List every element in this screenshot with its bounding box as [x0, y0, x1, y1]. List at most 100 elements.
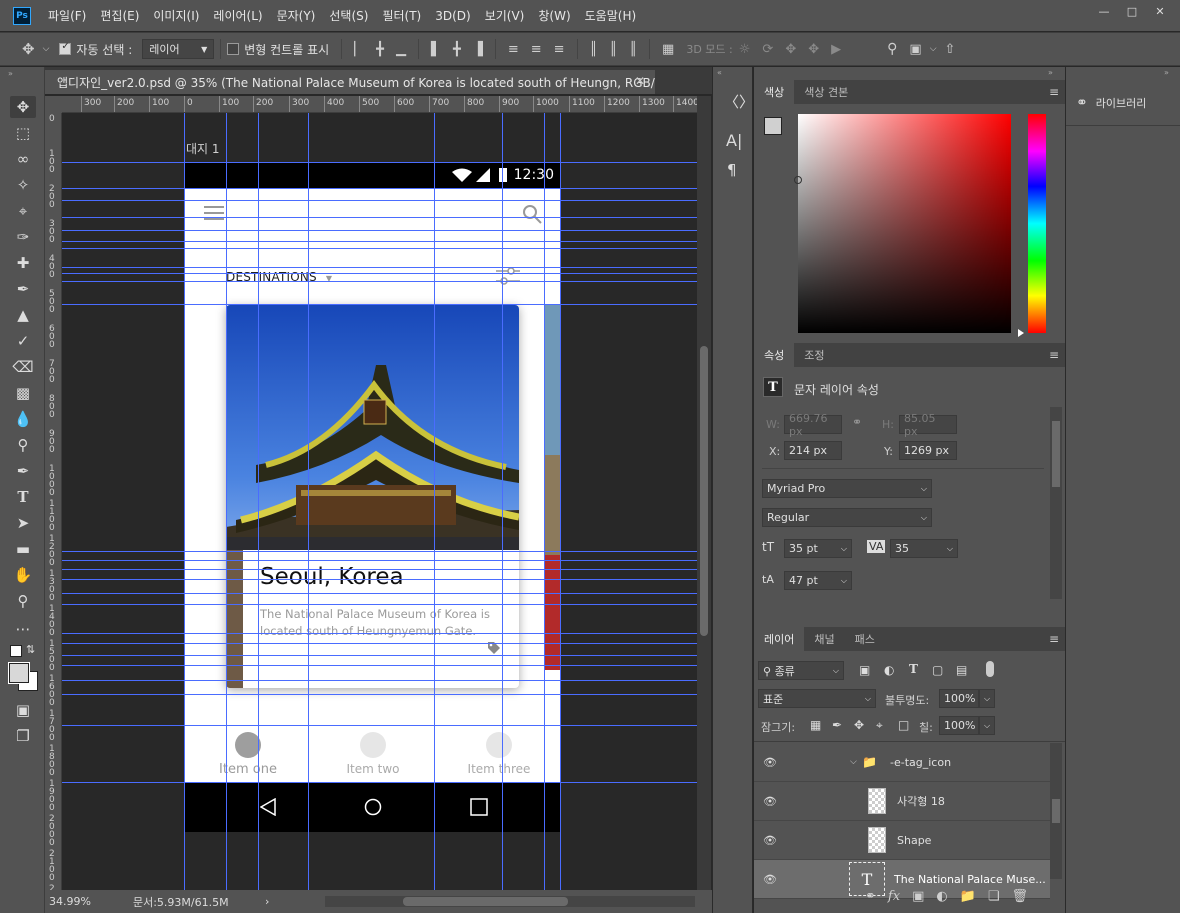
properties-scrollbar[interactable]	[1050, 407, 1062, 599]
stamp-tool-icon[interactable]: ▲	[10, 304, 36, 326]
history-panel-icon[interactable]: 〈〉	[724, 91, 754, 112]
menu-help[interactable]: 도움말(H)	[578, 7, 644, 24]
chevron-down-icon[interactable]: ⌵	[850, 757, 857, 767]
height-field[interactable]: 85.05 px	[899, 412, 957, 438]
maximize-icon[interactable]: □	[1118, 2, 1146, 20]
hue-slider[interactable]	[1028, 114, 1046, 333]
blend-mode-select[interactable]: 표준 ⌵	[758, 689, 876, 708]
next-card-preview[interactable]	[545, 305, 561, 670]
3d-slide-icon[interactable]: ✥	[808, 42, 819, 57]
tab-adjustments[interactable]: 조정	[794, 343, 834, 367]
quick-mask-icon[interactable]: ▣	[10, 699, 36, 721]
width-field[interactable]: 669.76 px	[784, 412, 842, 438]
scrollbar-thumb[interactable]	[700, 346, 708, 636]
tab-properties[interactable]: 속성	[754, 343, 795, 367]
font-style-select[interactable]: Regular ⌵	[762, 508, 932, 527]
document-canvas[interactable]: 대지 1 12:30 DESTINATIONS ▼ Seoul, Korea T…	[62, 113, 697, 890]
adjustment-layer-icon[interactable]: ◐	[936, 889, 947, 904]
gradient-tool-icon[interactable]: ▩	[10, 382, 36, 404]
font-size-field[interactable]: 35 pt ⌵	[784, 539, 852, 558]
chevron-down-icon[interactable]: ⌵	[930, 44, 937, 54]
more-tools-icon[interactable]: ⋯	[10, 618, 36, 640]
filter-pixel-icon[interactable]: ▣	[859, 663, 870, 677]
path-select-tool-icon[interactable]: ➤	[10, 512, 36, 534]
tracking-field[interactable]: 35 ⌵	[890, 539, 958, 558]
hue-slider-handle[interactable]	[1018, 329, 1024, 337]
foreground-color-swatch[interactable]	[764, 117, 782, 135]
menu-select[interactable]: 선택(S)	[322, 7, 375, 24]
document-tab[interactable]: 앱디자인_ver2.0.psd @ 35% (The National Pala…	[45, 70, 655, 94]
zoom-level[interactable]: 34.99%	[49, 895, 91, 908]
fx-icon[interactable]: fx	[888, 889, 900, 904]
eyedropper-tool-icon[interactable]: ✑	[10, 226, 36, 248]
move-tool-icon[interactable]: ✥	[22, 40, 35, 58]
tab-paths[interactable]: 패스	[845, 627, 885, 651]
distribute-left-icon[interactable]: ║	[590, 42, 598, 57]
menu-layer[interactable]: 레이어(L)	[206, 7, 269, 24]
minimize-icon[interactable]: —	[1090, 2, 1118, 20]
color-picker-cursor[interactable]	[794, 176, 802, 184]
type-tool-icon[interactable]: T	[10, 486, 36, 508]
font-family-select[interactable]: Myriad Pro ⌵	[762, 479, 932, 498]
distribute-hcenter-icon[interactable]: ║	[609, 42, 617, 57]
brush-tool-icon[interactable]: ✒	[10, 278, 36, 300]
blur-tool-icon[interactable]: 💧	[10, 408, 36, 430]
pen-tool-icon[interactable]: ✒	[10, 460, 36, 482]
home-icon[interactable]	[364, 798, 382, 816]
menu-filter[interactable]: 필터(T)	[375, 7, 428, 24]
rectangle-tool-icon[interactable]: ▬	[10, 538, 36, 560]
swap-colors-icon[interactable]: ⇅	[26, 643, 35, 656]
scrollbar-thumb[interactable]	[1052, 799, 1060, 823]
scrollbar-thumb[interactable]	[1052, 421, 1060, 487]
align-vcenter-icon[interactable]: ╋	[376, 42, 384, 57]
menu-file[interactable]: 파일(F)	[41, 7, 93, 24]
paragraph-panel-icon[interactable]: ¶	[727, 161, 737, 179]
tab-color[interactable]: 색상	[754, 80, 795, 104]
collapse-icon[interactable]: »	[8, 69, 13, 78]
dodge-tool-icon[interactable]: ⚲	[10, 434, 36, 456]
align-right-icon[interactable]: ▐	[473, 42, 483, 57]
layer-filter-select[interactable]: ⚲ 종류 ⌵	[758, 661, 844, 680]
share-icon[interactable]: ⇧	[945, 42, 956, 57]
distribute-vcenter-icon[interactable]: ≡	[531, 42, 542, 57]
search-icon[interactable]	[522, 204, 542, 224]
recents-icon[interactable]	[470, 798, 488, 816]
x-position-field[interactable]: 214 px	[784, 441, 842, 460]
collapse-icon[interactable]: »	[1164, 68, 1169, 77]
lock-position-icon[interactable]: ✥	[854, 718, 864, 732]
filter-toggle-icon[interactable]	[986, 661, 994, 677]
3d-orbit-icon[interactable]: ☼	[739, 42, 751, 57]
menu-edit[interactable]: 편집(E)	[93, 7, 146, 24]
artboard-label[interactable]: 대지 1	[186, 140, 220, 157]
layer-row-shape[interactable]: 👁 Shape	[754, 821, 1050, 860]
history-brush-tool-icon[interactable]: ✓	[10, 330, 36, 352]
new-layer-icon[interactable]: ❏	[988, 889, 1000, 904]
menu-3d[interactable]: 3D(D)	[428, 9, 477, 23]
auto-align-icon[interactable]: ▦	[662, 42, 674, 57]
fill-dropdown[interactable]: ⌵	[979, 716, 995, 735]
chevron-down-icon[interactable]: ⌵	[43, 44, 50, 54]
tab-channels[interactable]: 채널	[804, 627, 844, 651]
fill-field[interactable]: 100%	[939, 716, 979, 735]
opacity-dropdown[interactable]: ⌵	[979, 689, 995, 708]
menu-view[interactable]: 보기(V)	[478, 7, 532, 24]
nav-item-one[interactable]: Item one	[188, 732, 308, 777]
zoom-tool-icon[interactable]: ⚲	[10, 590, 36, 612]
3d-camera-icon[interactable]: ▶	[831, 42, 841, 57]
default-colors-icon[interactable]	[10, 645, 22, 657]
align-left-icon[interactable]: ▌	[431, 42, 441, 57]
back-icon[interactable]	[260, 798, 276, 816]
distribute-bottom-icon[interactable]: ≡	[554, 42, 565, 57]
close-tab-icon[interactable]: ✕	[635, 74, 645, 88]
panel-menu-icon[interactable]: ≡	[1049, 85, 1059, 99]
libraries-button[interactable]: ⚭ 라이브러리	[1066, 80, 1180, 126]
distribute-right-icon[interactable]: ║	[629, 42, 637, 57]
marquee-tool-icon[interactable]: ⬚	[10, 122, 36, 144]
hand-tool-icon[interactable]: ✋	[10, 564, 36, 586]
search-icon[interactable]: ⚲	[887, 41, 897, 57]
workspace-icon[interactable]: ▣	[909, 42, 921, 57]
auto-select-dropdown[interactable]: 레이어 ▼	[142, 39, 215, 59]
collapse-icon[interactable]: «	[717, 68, 722, 77]
artboard[interactable]: 12:30 DESTINATIONS ▼ Seoul, Korea The Na…	[184, 162, 561, 832]
tab-swatches[interactable]: 색상 견본	[794, 80, 858, 104]
